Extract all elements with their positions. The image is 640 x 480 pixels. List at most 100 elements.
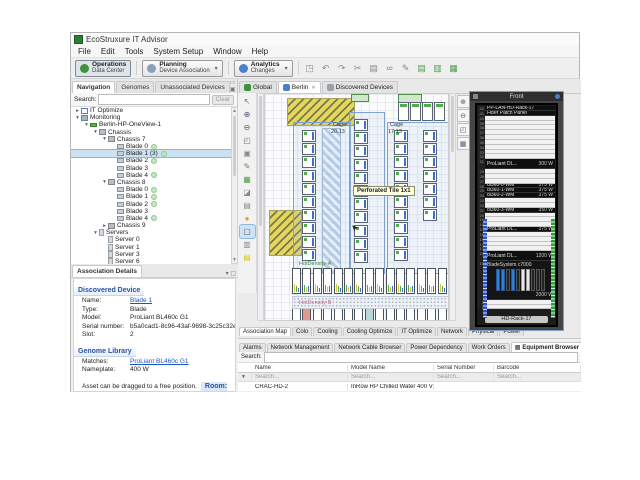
tree-item[interactable]: ▾Servers [71, 229, 231, 236]
tree-item[interactable]: ▾Chassis 7 [71, 136, 231, 143]
zoom-in-icon[interactable]: ⊕ [240, 108, 255, 121]
menu-item-system-setup[interactable]: System Setup [148, 47, 208, 56]
rack-tile[interactable] [354, 145, 368, 157]
rack-tile[interactable] [438, 307, 447, 321]
rack-tile[interactable] [394, 196, 408, 208]
palette-zoom-out-icon[interactable]: ⊖ [457, 109, 470, 122]
tree-item[interactable]: ▾Monitoring [71, 114, 231, 121]
rack-tile[interactable] [302, 196, 316, 208]
tree-item[interactable]: Blade 4 [71, 172, 231, 179]
blade-bay[interactable] [506, 269, 510, 291]
rack-tile[interactable] [354, 132, 368, 144]
blade-bay[interactable] [501, 269, 505, 291]
redo-icon[interactable]: ↷ [336, 63, 348, 73]
zoom-out-icon[interactable]: ⊖ [240, 121, 255, 134]
tree-item[interactable]: Blade 3 [71, 165, 231, 172]
rack-tile[interactable] [344, 307, 353, 321]
palette-zoom-in-icon[interactable]: ⊕ [457, 95, 470, 108]
rack-tile[interactable] [406, 268, 415, 294]
expander-icon[interactable]: ▾ [74, 115, 81, 121]
perspective-button-planning[interactable]: PlanningDevice Association▾ [142, 60, 222, 77]
tree-item[interactable]: Server 1 [71, 244, 231, 251]
fit-view-icon[interactable]: ◰ [240, 134, 255, 147]
rack-tile[interactable] [354, 238, 368, 250]
rack-tile[interactable] [302, 236, 316, 248]
rack-device[interactable]: 31ProLiant DL...300 W [478, 159, 555, 169]
layer-tab-association-map[interactable]: Association Map [239, 327, 291, 336]
rack-tile[interactable] [422, 102, 433, 121]
rack-tile[interactable] [394, 143, 408, 155]
editor-tab-discovered-devices[interactable]: Discovered Devices [322, 81, 398, 93]
rack-tile[interactable] [354, 159, 368, 171]
editor-tab-global[interactable]: Global [239, 81, 277, 93]
rack-menu-icon[interactable] [473, 94, 478, 99]
rack-tile[interactable] [394, 222, 408, 234]
palette-grid-icon[interactable]: ▦ [457, 137, 470, 150]
rack-tile[interactable] [323, 307, 332, 321]
rack-slot-empty[interactable]: 1 [478, 305, 555, 310]
rack-tile[interactable] [396, 307, 405, 321]
blade-bay[interactable] [541, 269, 545, 291]
select-tool-icon[interactable]: ↖ [240, 95, 255, 108]
rack-tile[interactable] [354, 119, 368, 131]
tree-item[interactable]: Blade 0 [71, 186, 231, 193]
rack-tile[interactable] [423, 209, 437, 221]
expander-icon[interactable]: ▾ [101, 179, 108, 185]
expander-icon[interactable]: ▾ [92, 230, 99, 236]
pencil-icon[interactable]: ✎ [400, 63, 412, 73]
detail-value[interactable]: Blade 1 [130, 297, 152, 306]
undo-icon[interactable]: ↶ [320, 63, 332, 73]
3d-view-icon[interactable]: ▣ [240, 147, 255, 160]
rack-tile[interactable] [398, 102, 409, 121]
rack-tile[interactable] [292, 307, 301, 321]
rack-tile[interactable] [386, 268, 395, 294]
tab-association-details[interactable]: Association Details [72, 265, 142, 277]
panel-menu-icons[interactable]: ▾ ▢ [226, 270, 238, 277]
rack-tile[interactable] [354, 268, 363, 294]
rack-tile[interactable] [302, 130, 316, 142]
export-doc-icon[interactable]: ▥ [432, 63, 444, 73]
menu-item-edit[interactable]: Edit [96, 47, 120, 56]
menu-item-tools[interactable]: Tools [120, 47, 149, 56]
tree-item[interactable]: Blade 1 [71, 193, 231, 200]
tree-item[interactable]: Blade 2 [71, 200, 231, 207]
table-header-row[interactable]: NameModel NameSerial NumberBarcode [238, 363, 581, 373]
blade-bay[interactable] [496, 269, 500, 291]
rack-tile[interactable] [417, 268, 426, 294]
rack-tile[interactable] [386, 307, 395, 321]
rack-tile[interactable] [423, 196, 437, 208]
rack-tile[interactable] [438, 268, 447, 294]
rack-device[interactable]: 10BladeSystem c70002000 W [478, 261, 555, 300]
rack-tile[interactable] [302, 209, 316, 221]
rack-elevation[interactable]: 42PP-LAN-HD-Rack-1741Fiber Patch Panel40… [475, 103, 558, 327]
close-icon[interactable]: ✕ [311, 85, 315, 91]
save-icon[interactable]: ◳ [304, 63, 316, 73]
rack-device[interactable]: 12ProLiant DL...1200 W [478, 251, 555, 261]
menu-item-file[interactable]: File [73, 47, 96, 56]
scroll-thumb[interactable] [259, 96, 262, 226]
perspective-button-operations[interactable]: OperationsData Center [75, 60, 131, 77]
palette-fit-icon[interactable]: ◰ [457, 123, 470, 136]
pdu-strip-right[interactable] [551, 219, 555, 318]
blade-bay[interactable] [521, 269, 525, 291]
rack-tile[interactable] [323, 268, 332, 294]
layer-tab-it-optimize[interactable]: IT Optimize [397, 327, 436, 336]
tab-navigation[interactable]: Navigation [72, 81, 115, 93]
rack-tile[interactable] [423, 156, 437, 168]
tree-item[interactable]: ▾Chassis [71, 129, 231, 136]
rack-tile[interactable] [302, 268, 311, 294]
tree-item[interactable]: Blade 0 [71, 143, 231, 150]
rack-tile[interactable] [354, 172, 368, 184]
blade-bay[interactable] [511, 269, 515, 291]
panel-minmax-icons[interactable]: ▭ ▣ [230, 79, 238, 93]
clear-search-button[interactable]: Clear [212, 95, 234, 105]
expander-icon[interactable]: ▾ [101, 136, 108, 142]
rack-tile[interactable] [423, 143, 437, 155]
tab-genomes[interactable]: Genomes [116, 81, 154, 93]
rows-icon[interactable]: ▤ [240, 251, 255, 264]
rack-tile[interactable] [292, 268, 301, 294]
canvas-right-scrollbar[interactable] [449, 93, 456, 321]
table-filter-row[interactable]: ▼Search...Search...Search...Search... [238, 373, 581, 382]
rack-tile[interactable] [410, 102, 421, 121]
rack-tile[interactable] [302, 170, 316, 182]
